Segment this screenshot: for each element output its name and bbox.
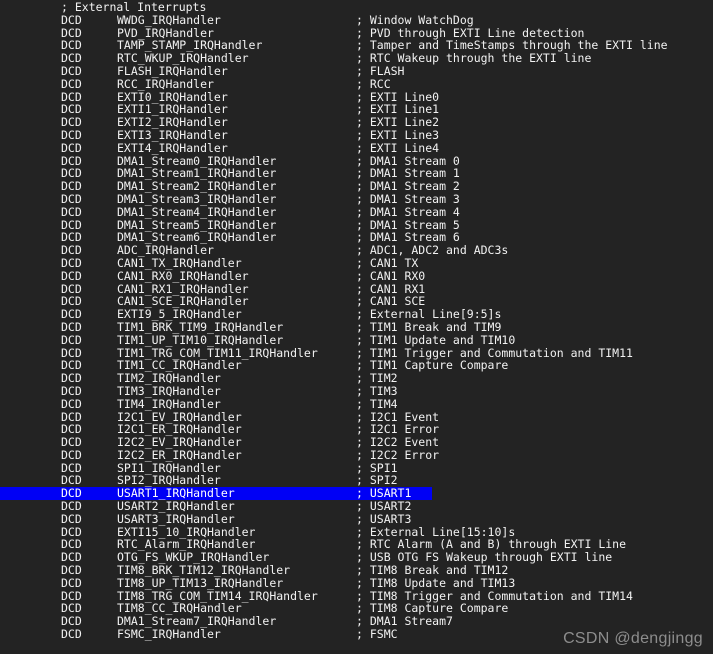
directive-mnemonic: DCD: [61, 255, 82, 270]
handler-symbol: USART3_IRQHandler: [117, 511, 235, 526]
directive-mnemonic: DCD: [61, 307, 82, 322]
handler-symbol: FLASH_IRQHandler: [117, 63, 228, 78]
code-line[interactable]: DCD I2C2_ER_IRQHandler ; I2C2 Error: [0, 449, 713, 462]
handler-symbol: TIM1_UP_TIM10_IRQHandler: [117, 332, 284, 347]
comment-text: ; USART2: [356, 499, 412, 514]
comment-text: ; TIM2: [356, 371, 398, 386]
comment-text: ; DMA1 Stream 3: [356, 191, 460, 206]
code-line[interactable]: DCD DMA1_Stream4_IRQHandler ; DMA1 Stream …: [0, 204, 713, 219]
directive-mnemonic: DCD: [61, 447, 82, 462]
code-line[interactable]: DCD DMA1_Stream3_IRQHandler ; DMA1 Stream …: [0, 193, 713, 206]
handler-symbol: EXTI4_IRQHandler: [117, 140, 228, 155]
directive-mnemonic: DCD: [61, 383, 82, 398]
directive-mnemonic: DCD: [61, 511, 82, 526]
handler-symbol: I2C2_ER_IRQHandler: [117, 447, 242, 462]
directive-mnemonic: DCD: [61, 12, 82, 27]
code-line[interactable]: DCD FLASH_IRQHandler ; FLASH: [0, 65, 713, 78]
handler-symbol: CAN1_TX_IRQHandler: [117, 255, 242, 270]
comment-text: ; TIM1 Break and TIM9: [356, 319, 502, 334]
comment-text: ; FSMC: [356, 627, 398, 642]
code-line[interactable]: DCD TIM4_IRQHandler ; TIM4: [0, 396, 713, 411]
directive-mnemonic: DCD: [61, 563, 82, 578]
code-line[interactable]: DCD WWDG_IRQHandler ; Window WatchDog: [0, 12, 713, 27]
handler-symbol: TIM4_IRQHandler: [117, 396, 221, 411]
handler-symbol: DMA1_Stream3_IRQHandler: [117, 191, 277, 206]
code-line[interactable]: DCD TIM1_BRK_TIM9_IRQHandler ; TIM1 Break …: [0, 321, 713, 334]
handler-symbol: TIM3_IRQHandler: [117, 383, 221, 398]
code-line[interactable]: DCD TIM3_IRQHandler ; TIM3: [0, 385, 713, 398]
code-line[interactable]: DCD TIM8_BRK_TIM12_IRQHandler ; TIM8 Break…: [0, 564, 713, 577]
comment-text: ; CAN1 TX: [356, 255, 419, 270]
comment-text: ; CAN1 RX0: [356, 268, 426, 283]
comment-text: ; TIM3: [356, 383, 398, 398]
directive-mnemonic: DCD: [61, 371, 82, 386]
handler-symbol: I2C2_EV_IRQHandler: [117, 435, 242, 450]
directive-mnemonic: DCD: [61, 319, 82, 334]
comment-text: ; RCC: [356, 76, 391, 91]
code-text-area[interactable]: ; External Interrupts DCD WWDG_IRQHandler;…: [0, 0, 713, 654]
directive-mnemonic: DCD: [61, 435, 82, 450]
code-line[interactable]: DCD TIM1_UP_TIM10_IRQHandler ; TIM1 Update…: [0, 332, 713, 347]
comment-text: ; Window WatchDog: [356, 12, 474, 27]
handler-symbol: TIM1_BRK_TIM9_IRQHandler: [117, 319, 284, 334]
directive-mnemonic: DCD: [61, 396, 82, 411]
comment-text: ; TIM4: [356, 396, 398, 411]
handler-symbol: RCC_IRQHandler: [117, 76, 214, 91]
directive-mnemonic: DCD: [61, 191, 82, 206]
handler-symbol: WWDG_IRQHandler: [117, 12, 221, 27]
comment-text: ; External Line[9:5]s: [356, 307, 502, 322]
code-line[interactable]: DCD TIM8_UP_TIM13_IRQHandler ; TIM8 Update…: [0, 577, 713, 590]
code-line[interactable]: DCD USART3_IRQHandler ; USART3: [0, 513, 713, 526]
directive-mnemonic: DCD: [61, 204, 82, 219]
code-line[interactable]: DCD EXTI9_5_IRQHandler ; External Line[9:5…: [0, 308, 713, 321]
comment-text: ; TIM8 Break and TIM12: [356, 563, 509, 578]
comment-text: ; DMA1 Stream 4: [356, 204, 460, 219]
directive-mnemonic: DCD: [61, 140, 82, 155]
code-line[interactable]: ; External Interrupts: [0, 1, 713, 14]
comment-text: ; EXTI Line4: [356, 140, 440, 155]
comment-text: ; External Interrupts: [61, 0, 207, 14]
handler-symbol: TIM2_IRQHandler: [117, 371, 221, 386]
comment-text: ; EXTI Line3: [356, 127, 440, 142]
handler-symbol: USART2_IRQHandler: [117, 499, 235, 514]
code-line[interactable]: DCD CAN1_TX_IRQHandler ; CAN1 TX: [0, 257, 713, 270]
directive-mnemonic: DCD: [61, 76, 82, 91]
directive-mnemonic: DCD: [61, 627, 82, 642]
handler-symbol: TIM8_BRK_TIM12_IRQHandler: [117, 563, 291, 578]
directive-mnemonic: DCD: [61, 127, 82, 142]
code-line[interactable]: DCD EXTI4_IRQHandler ; EXTI Line4: [0, 140, 713, 155]
code-line[interactable]: DCD USART2_IRQHandler ; USART2: [0, 500, 713, 513]
comment-text: ; FLASH: [356, 63, 405, 78]
code-line[interactable]: DCD TIM2_IRQHandler ; TIM2: [0, 372, 713, 385]
comment-text: ; I2C2 Error: [356, 447, 440, 462]
handler-symbol: CAN1_RX0_IRQHandler: [117, 268, 249, 283]
comment-text: ; TIM8 Update and TIM13: [356, 575, 516, 590]
directive-mnemonic: DCD: [61, 332, 82, 347]
directive-mnemonic: DCD: [61, 63, 82, 78]
code-editor-window: ; External Interrupts DCD WWDG_IRQHandler;…: [0, 0, 713, 654]
csdn-watermark: CSDN @dengjingg: [563, 630, 703, 647]
handler-symbol: EXTI3_IRQHandler: [117, 127, 228, 142]
directive-mnemonic: DCD: [61, 575, 82, 590]
code-line[interactable]: DCD I2C2_EV_IRQHandler ; I2C2 Event: [0, 436, 713, 449]
code-line[interactable]: DCD EXTI3_IRQHandler ; EXTI Line3: [0, 129, 713, 142]
comment-text: ; USART3: [356, 511, 412, 526]
directive-mnemonic: DCD: [61, 499, 82, 514]
handler-symbol: FSMC_IRQHandler: [117, 627, 221, 642]
comment-text: ; I2C2 Event: [356, 435, 440, 450]
handler-symbol: EXTI9_5_IRQHandler: [117, 307, 242, 322]
handler-symbol: TIM8_UP_TIM13_IRQHandler: [117, 575, 284, 590]
directive-mnemonic: DCD: [61, 268, 82, 283]
code-line[interactable]: DCD CAN1_RX0_IRQHandler ; CAN1 RX0: [0, 268, 713, 283]
code-line[interactable]: DCD RCC_IRQHandler ; RCC: [0, 76, 713, 91]
comment-text: ; TIM1 Update and TIM10: [356, 332, 516, 347]
handler-symbol: DMA1_Stream4_IRQHandler: [117, 204, 277, 219]
